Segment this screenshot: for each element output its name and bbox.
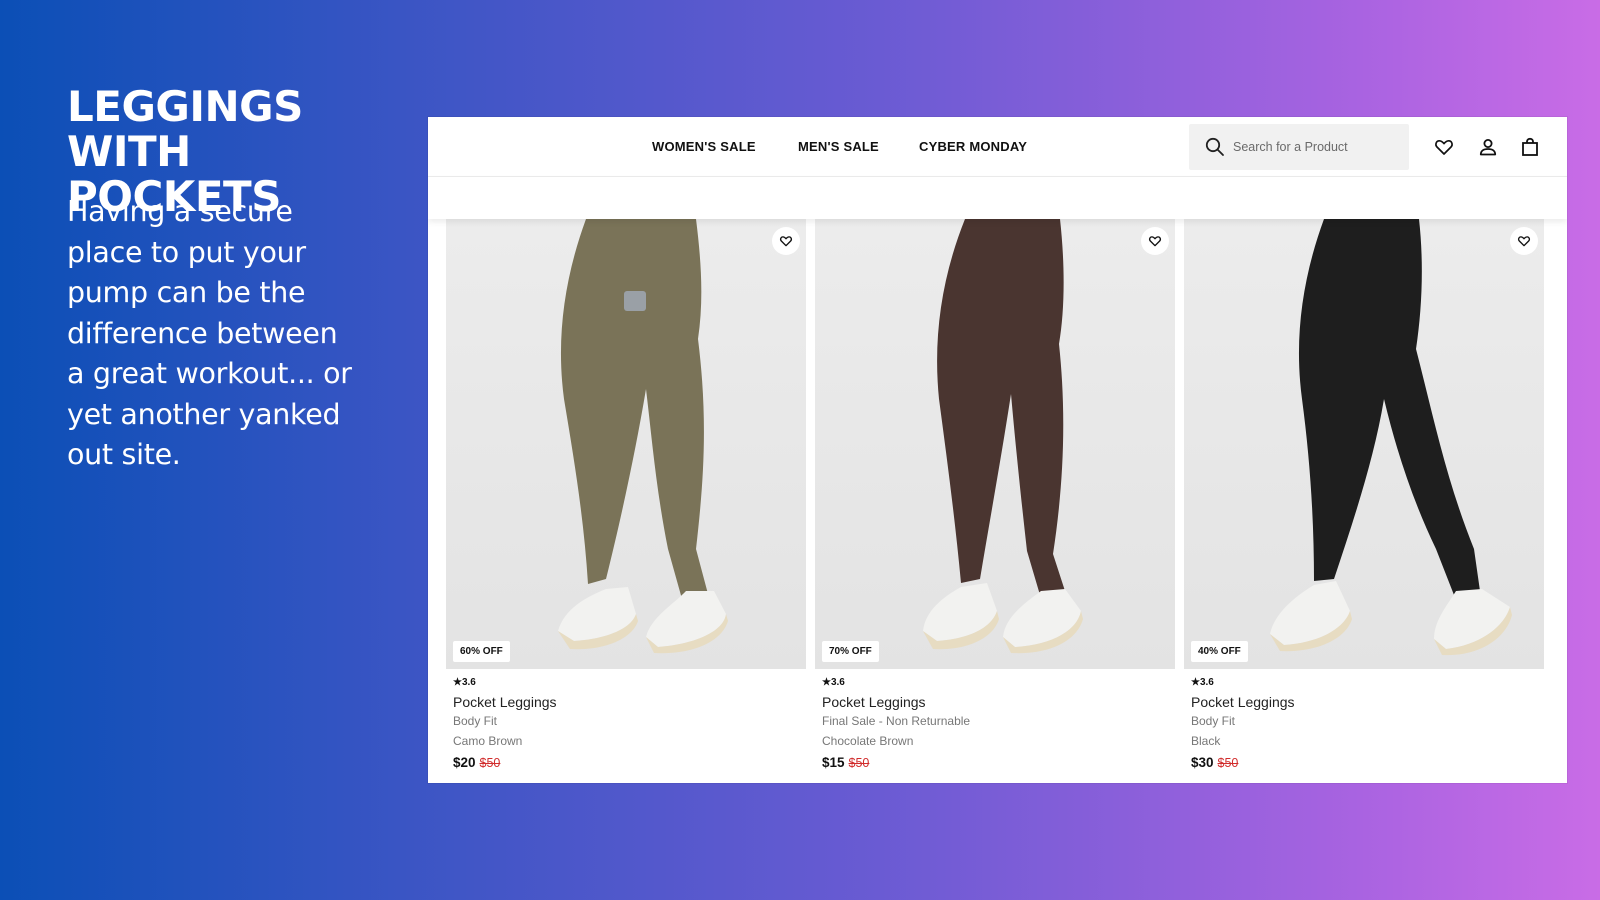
discount-badge: 70% OFF (822, 641, 879, 662)
body-line: place to put your (67, 235, 306, 269)
body-line: Having a secure (67, 195, 293, 228)
product-color: Chocolate Brown (822, 734, 914, 748)
product-name[interactable]: Pocket Leggings (1191, 694, 1544, 710)
product-fit: Body Fit (1191, 714, 1236, 728)
star-icon: ★ (453, 677, 462, 688)
search-box[interactable] (1189, 124, 1409, 170)
discount-badge: 60% OFF (453, 641, 510, 662)
wishlist-button[interactable] (1432, 135, 1456, 159)
sale-price: $15 (822, 755, 845, 770)
body-line: yet another yanked (67, 397, 341, 431)
product-image[interactable]: 60% OFF (446, 219, 806, 669)
body-line: a great workout... or (67, 357, 352, 390)
wishlist-toggle[interactable] (1510, 227, 1538, 255)
store-screenshot: WOMEN'S SALE MEN'S SALE CYBER MONDAY Sea… (428, 117, 1567, 783)
product-card[interactable]: 60% OFF ★3.6 Pocket Leggings Body Fit Ca… (446, 219, 806, 772)
sale-price: $30 (1191, 755, 1214, 770)
star-icon: ★ (822, 677, 831, 688)
product-fit: Final Sale - Non Returnable (822, 714, 971, 728)
original-price: $50 (479, 756, 501, 770)
body-line: out site. (67, 438, 181, 471)
wishlist-toggle[interactable] (772, 227, 800, 255)
heart-icon (1148, 236, 1162, 247)
product-color: Camo Brown (453, 734, 523, 748)
product-name[interactable]: Pocket Leggings (822, 694, 1175, 710)
nav-cyber-monday[interactable]: CYBER MONDAY (919, 139, 1027, 154)
user-icon (1479, 139, 1497, 156)
product-fit: Body Fit (453, 714, 498, 728)
star-icon: ★ (1191, 677, 1200, 688)
product-meta: ★3.6 Pocket Leggings Final Sale - Non Re… (815, 677, 1175, 772)
heart-icon (779, 236, 793, 247)
legging-photo (923, 219, 1083, 654)
product-rating: ★3.6 (453, 677, 476, 688)
top-navigation: WOMEN'S SALE MEN'S SALE CYBER MONDAY (428, 117, 1567, 177)
headline-line-1: LEGGINGS (67, 82, 303, 131)
nav-womens-sale[interactable]: WOMEN'S SALE (652, 139, 756, 154)
discount-badge: 40% OFF (1191, 641, 1248, 662)
product-price: $20 $50 (453, 755, 806, 772)
product-price: $15 $50 (822, 755, 1175, 772)
product-price: $30 $50 (1191, 755, 1544, 772)
product-card[interactable]: 70% OFF ★3.6 Pocket Leggings Final Sale … (815, 219, 1175, 772)
heart-icon (1517, 236, 1531, 247)
wishlist-toggle[interactable] (1141, 227, 1169, 255)
search-icon (1205, 137, 1224, 156)
product-image[interactable]: 70% OFF (815, 219, 1175, 669)
product-rating: ★3.6 (822, 677, 845, 688)
sale-price: $20 (453, 755, 476, 770)
legging-photo (558, 219, 728, 654)
product-color: Black (1191, 734, 1221, 748)
product-image[interactable]: 40% OFF (1184, 219, 1544, 669)
nav-mens-sale[interactable]: MEN'S SALE (798, 139, 879, 154)
original-price: $50 (1217, 756, 1239, 770)
product-meta: ★3.6 Pocket Leggings Body Fit Black $30 $… (1184, 677, 1544, 772)
bag-button[interactable] (1518, 135, 1542, 159)
product-meta: ★3.6 Pocket Leggings Body Fit Camo Brown… (446, 677, 806, 772)
body-line: pump can be the (67, 276, 306, 309)
product-rating: ★3.6 (1191, 677, 1214, 688)
heart-icon (1435, 139, 1453, 155)
legging-photo (1270, 219, 1512, 656)
account-button[interactable] (1476, 135, 1500, 159)
slide-body: Having a secure place to put your pump c… (67, 192, 387, 476)
product-card[interactable]: 40% OFF ★3.6 Pocket Leggings Body Fit Bl… (1184, 219, 1544, 772)
search-input[interactable] (1233, 124, 1403, 170)
original-price: $50 (848, 756, 870, 770)
body-line: difference between (67, 316, 338, 350)
product-name[interactable]: Pocket Leggings (453, 694, 806, 710)
bag-icon (1522, 137, 1538, 156)
filter-bar (428, 177, 1567, 219)
